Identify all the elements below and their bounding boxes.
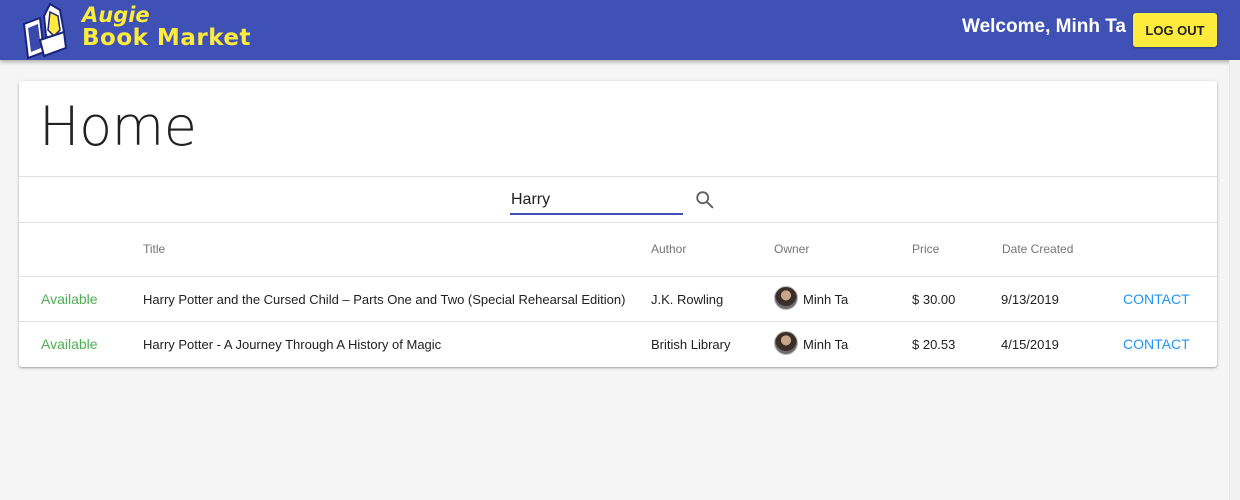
book-price: $ 20.53 xyxy=(912,337,956,352)
search-icon[interactable] xyxy=(694,189,716,211)
page-scrollbar[interactable] xyxy=(1229,60,1240,500)
brand-line-2: Book Market xyxy=(82,25,251,51)
date-created: 9/13/2019 xyxy=(1001,292,1059,307)
app-bar: Augie Book Market Welcome, Minh Ta LOG O… xyxy=(0,0,1240,60)
column-header-author[interactable]: Author xyxy=(651,242,686,256)
book-title: Harry Potter - A Journey Through A Histo… xyxy=(143,337,442,352)
availability-status: Available xyxy=(41,291,98,307)
owner-name: Minh Ta xyxy=(803,337,849,352)
divider xyxy=(19,276,1217,277)
date-created: 4/15/2019 xyxy=(1001,337,1059,352)
column-header-owner[interactable]: Owner xyxy=(774,242,809,256)
search-input[interactable] xyxy=(510,187,683,215)
book-knight-logo-icon[interactable] xyxy=(20,2,68,60)
column-header-date-created[interactable]: Date Created xyxy=(1002,242,1073,256)
column-header-title[interactable]: Title xyxy=(143,242,165,256)
owner-avatar xyxy=(774,286,798,310)
book-author: J.K. Rowling xyxy=(651,292,724,307)
owner-avatar xyxy=(774,331,798,355)
page-title: Home xyxy=(39,95,197,158)
divider xyxy=(19,176,1217,177)
availability-status: Available xyxy=(41,336,98,352)
column-header-price[interactable]: Price xyxy=(912,242,939,256)
divider xyxy=(19,321,1217,322)
book-author: British Library xyxy=(651,337,731,352)
welcome-text: Welcome, Minh Ta xyxy=(962,16,1126,37)
home-card: Home Title Author Owner Price Date Creat… xyxy=(19,81,1217,367)
brand-name[interactable]: Augie Book Market xyxy=(82,4,251,50)
book-title: Harry Potter and the Cursed Child – Part… xyxy=(143,292,626,307)
owner-name: Minh Ta xyxy=(803,292,849,307)
contact-button[interactable]: CONTACT xyxy=(1123,336,1190,352)
logout-button[interactable]: LOG OUT xyxy=(1133,13,1217,47)
brand-line-1: Augie xyxy=(82,3,150,27)
book-price: $ 30.00 xyxy=(912,292,956,307)
contact-button[interactable]: CONTACT xyxy=(1123,291,1190,307)
divider xyxy=(19,222,1217,223)
